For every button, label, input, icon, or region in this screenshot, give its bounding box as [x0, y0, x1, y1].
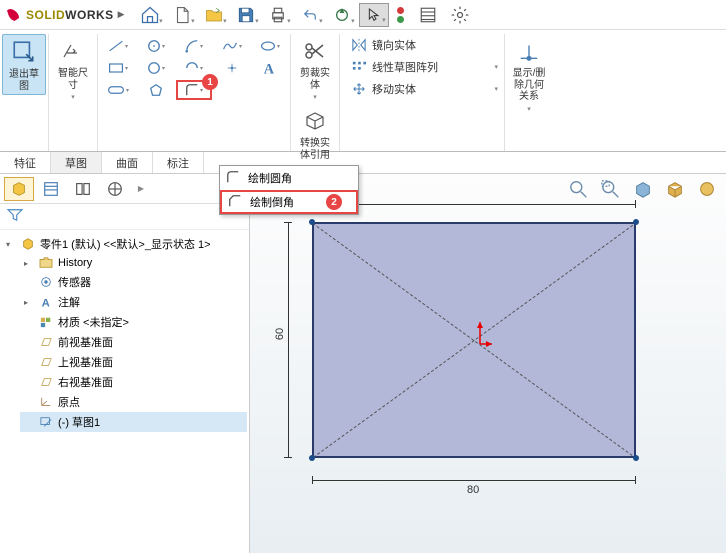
command-manager-tabs: 特征 草图 曲面 标注: [0, 152, 726, 174]
tree-annotations[interactable]: ▸A注解: [20, 292, 247, 312]
tree-right-plane[interactable]: 右视基准面: [20, 372, 247, 392]
display-style-icon[interactable]: [660, 176, 690, 202]
fillet-dropdown-menu: 绘制圆角 绘制倒角 2: [219, 165, 359, 215]
tab-surface[interactable]: 曲面: [102, 152, 153, 173]
save-icon[interactable]: ▾: [231, 3, 261, 27]
new-icon[interactable]: ▾: [167, 3, 197, 27]
app-logo: SOLIDWORKS: [4, 6, 114, 24]
text-tool[interactable]: A: [252, 58, 288, 78]
convert-entities-button[interactable]: 转换实 体引用 ▾: [293, 104, 337, 174]
dim-width: 80: [467, 484, 479, 496]
tree-front-plane[interactable]: 前视基准面: [20, 332, 247, 352]
settings-icon[interactable]: [445, 3, 475, 27]
status-lights: [391, 1, 411, 29]
select-icon[interactable]: ▾: [359, 3, 389, 27]
move-entities-button[interactable]: 移动实体▾: [346, 78, 502, 100]
dim-height: 60: [274, 328, 286, 340]
property-tab[interactable]: [36, 177, 66, 201]
tree-material[interactable]: 材质 <未指定>: [20, 312, 247, 332]
dimxpert-tab[interactable]: [100, 177, 130, 201]
undo-icon[interactable]: ▾: [295, 3, 325, 27]
show-relations-button[interactable]: 显示/删 除几何 关系 ▾: [507, 34, 551, 116]
zoom-fit-icon[interactable]: [564, 176, 594, 202]
point-tool[interactable]: [214, 58, 250, 78]
tab-annotation[interactable]: 标注: [153, 152, 204, 173]
callout-badge-2: 2: [326, 194, 342, 210]
filter-icon[interactable]: [0, 204, 249, 230]
circle-tool[interactable]: ▾: [138, 36, 174, 56]
home-icon[interactable]: ▾: [135, 3, 165, 27]
feature-tree-tab[interactable]: [4, 177, 34, 201]
view-orientation-icon[interactable]: [628, 176, 658, 202]
config-tab[interactable]: [68, 177, 98, 201]
expand-tab[interactable]: ▶: [132, 177, 150, 201]
scene-icon[interactable]: [692, 176, 722, 202]
trim-entities-button[interactable]: 剪裁实 体 ▾: [293, 34, 337, 104]
tree-sensors[interactable]: 传感器: [20, 272, 247, 292]
slot-tool[interactable]: ▾: [100, 80, 136, 100]
tree-origin[interactable]: 原点: [20, 392, 247, 412]
sketch-chamfer-item[interactable]: 绘制倒角 2: [220, 190, 358, 214]
sketch-tools-grid: ▾ ▾ ▾ ▾ ▾ ▾ ▾ ▾ A ▾ ▾ 1: [100, 34, 288, 100]
mirror-entities-button[interactable]: 镜向实体: [346, 34, 502, 56]
tree-top-plane[interactable]: 上视基准面: [20, 352, 247, 372]
ellipse-tool[interactable]: ▾: [252, 36, 288, 56]
zoom-area-icon[interactable]: [596, 176, 626, 202]
sketch-origin-icon: [472, 320, 494, 351]
svg-text:A: A: [264, 61, 275, 76]
callout-badge-1: 1: [202, 74, 218, 90]
rebuild-icon[interactable]: ▾: [327, 3, 357, 27]
list-icon[interactable]: [413, 3, 443, 27]
line-tool[interactable]: ▾: [100, 36, 136, 56]
tree-sketch1[interactable]: (-) 草图1: [20, 412, 247, 432]
rectangle-tool[interactable]: ▾: [100, 58, 136, 78]
print-icon[interactable]: ▾: [263, 3, 293, 27]
spline-tool[interactable]: ▾: [214, 36, 250, 56]
sketch-fillet-item[interactable]: 绘制圆角: [220, 166, 358, 190]
open-icon[interactable]: ▾: [199, 3, 229, 27]
tab-sketch[interactable]: 草图: [51, 152, 102, 173]
circle-perimeter-tool[interactable]: ▾: [138, 58, 174, 78]
exit-sketch-button[interactable]: 退出草 图: [2, 34, 46, 95]
svg-text:A: A: [42, 297, 50, 309]
tree-root[interactable]: ▾零件1 (默认) <<默认>_显示状态 1>: [2, 234, 247, 254]
smart-dimension-button[interactable]: 智能尺 寸 ▾: [51, 34, 95, 104]
app-menu-dropdown[interactable]: ▶: [118, 9, 125, 20]
polygon-tool[interactable]: [138, 80, 174, 100]
linear-pattern-button[interactable]: 线性草图阵列▾: [346, 56, 502, 78]
graphics-viewport[interactable]: 60 80: [250, 174, 726, 553]
tree-history[interactable]: ▸History: [20, 254, 247, 272]
fillet-tool-split[interactable]: ▾ 1: [176, 80, 212, 100]
arc-tool[interactable]: ▾: [176, 36, 212, 56]
tab-features[interactable]: 特征: [0, 152, 51, 173]
